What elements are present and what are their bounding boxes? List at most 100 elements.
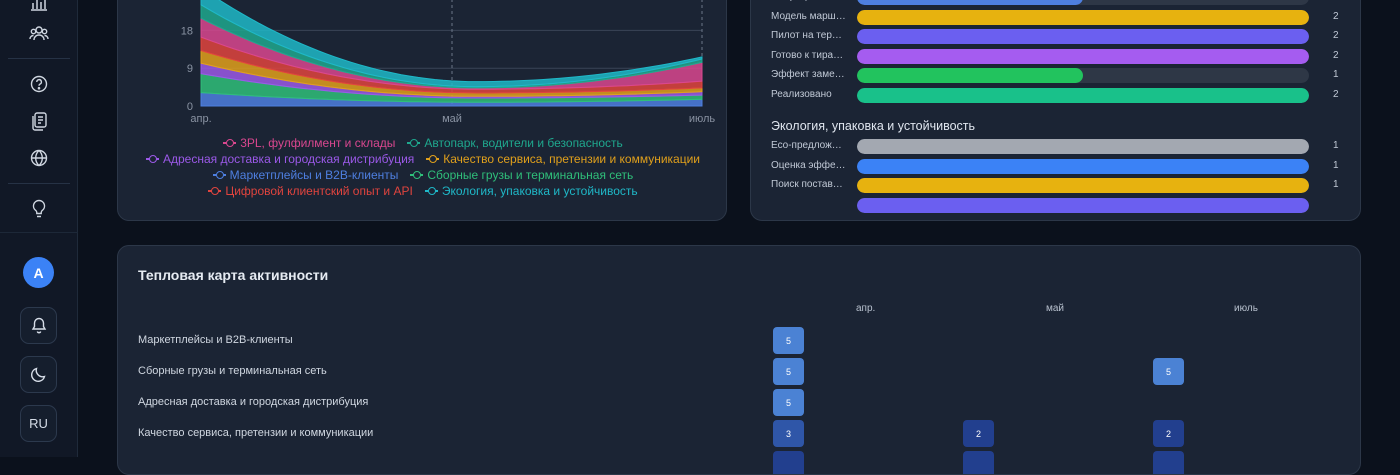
progress-label: Готово к тира… <box>771 49 844 61</box>
progress-label: Оценка эффе… <box>771 159 846 171</box>
progress-fill <box>857 9 1309 25</box>
progress-label: Eco-предлож… <box>771 140 842 151</box>
progress-track <box>857 48 1309 64</box>
x-tick-label: июль <box>689 113 716 125</box>
legend-row-4: Цифровой клиентский опыт и API Экология,… <box>118 184 726 198</box>
users-icon[interactable] <box>26 20 52 46</box>
progress-label: Пилот на тер… <box>771 30 842 41</box>
legend-item[interactable]: Экология, упаковка и устойчивость <box>424 184 638 198</box>
section-title: Экология, упаковка и устойчивость <box>771 119 976 133</box>
progress-fill <box>857 197 1309 213</box>
heatmap-card: Тепловая карта активности апр. май июль … <box>117 245 1361 475</box>
progress-row <box>771 197 1351 214</box>
progress-row: Модель маршр… 2 <box>771 9 1351 26</box>
heatmap-column-label: апр. <box>856 303 876 314</box>
legend-item[interactable]: Сборные грузы и терминальная сеть <box>410 168 633 182</box>
progress-value: 1 <box>1333 140 1339 151</box>
progress-fill <box>857 178 1309 193</box>
progress-value: 2 <box>1333 30 1339 41</box>
heatmap-title: Тепловая карта активности <box>138 267 329 283</box>
progress-row: Операционный… <box>771 0 1351 6</box>
progress-track <box>857 29 1309 44</box>
progress-track <box>857 178 1309 193</box>
progress-value: 2 <box>1333 10 1339 22</box>
progress-value: 1 <box>1333 159 1339 171</box>
progress-label: Эффект заме… <box>771 69 845 80</box>
progress-fill <box>857 139 1309 154</box>
help-icon[interactable] <box>26 71 52 97</box>
progress-bars-card: Операционный…Модель маршр…2Пилот на тер…… <box>750 0 1361 221</box>
y-tick-label: 18 <box>181 25 193 37</box>
progress-fill <box>857 87 1309 103</box>
progress-track <box>857 197 1309 213</box>
progress-track <box>857 0 1309 5</box>
progress-row: Пилот на тер… 2 <box>771 29 1351 45</box>
progress-track <box>857 68 1309 83</box>
legend-row-1: 3PL, фулфилмент и склады Автопарк, водит… <box>118 136 726 150</box>
progress-fill <box>857 29 1309 44</box>
progress-label: Поиск постав… <box>771 179 843 190</box>
legend-item[interactable]: Цифровой клиентский опыт и API <box>208 184 413 198</box>
progress-fill <box>857 158 1309 174</box>
progress-fill <box>857 48 1309 64</box>
lightbulb-icon[interactable] <box>26 196 52 222</box>
progress-track <box>857 9 1309 25</box>
heatmap-cell[interactable]: 2 <box>1153 420 1184 447</box>
heatmap-row-label: Маркетплейсы и B2B-клиенты <box>138 334 293 346</box>
heatmap-cell[interactable]: 5 <box>773 389 804 416</box>
progress-value: 1 <box>1333 179 1339 190</box>
avatar[interactable]: A <box>23 257 54 288</box>
moon-icon <box>31 367 46 382</box>
heatmap-row-label: Адресная доставка и городская дистрибуци… <box>138 396 369 408</box>
y-tick-label: 9 <box>187 63 193 75</box>
legend-row-2: Адресная доставка и городская дистрибуци… <box>118 152 726 166</box>
progress-value: 2 <box>1333 88 1339 100</box>
sidebar: A RU <box>0 0 78 457</box>
progress-row: Поиск постав… 1 <box>771 178 1351 194</box>
progress-value: 2 <box>1333 49 1339 61</box>
heatmap-cell[interactable]: 5 <box>1153 358 1184 385</box>
heatmap-cell[interactable]: 5 <box>773 358 804 385</box>
heatmap-cell[interactable]: 5 <box>773 327 804 354</box>
clipboard-icon[interactable] <box>26 108 52 134</box>
legend-item[interactable]: 3PL, фулфилмент и склады <box>223 136 395 150</box>
x-tick-label: апр. <box>190 113 211 125</box>
legend-item[interactable]: Маркетплейсы и B2B-клиенты <box>212 168 398 182</box>
heatmap-cell[interactable] <box>1153 451 1184 474</box>
progress-row: Эффект заме… 1 <box>771 68 1351 84</box>
progress-label: Реализовано <box>771 88 832 100</box>
heatmap-cell[interactable] <box>963 451 994 474</box>
legend-item[interactable]: Автопарк, водители и безопасность <box>407 136 623 150</box>
progress-row: Eco-предлож… 1 <box>771 139 1351 155</box>
progress-label: Операционный… <box>771 0 849 2</box>
legend-row-3: Маркетплейсы и B2B-клиенты Сборные грузы… <box>118 168 726 182</box>
theme-toggle-button[interactable] <box>20 356 57 393</box>
progress-row: Готово к тира… 2 <box>771 48 1351 65</box>
area-chart-card: 0 9 18 апр. май июль 3PL, фулфилмент и склады… <box>117 0 727 221</box>
progress-label: Модель маршр… <box>771 10 849 22</box>
heatmap-column-label: июль <box>1234 303 1258 314</box>
heatmap-row-label: Качество сервиса, претензии и коммуникац… <box>138 427 374 439</box>
language-button[interactable]: RU <box>20 405 57 442</box>
y-tick-label: 0 <box>187 101 193 113</box>
notifications-button[interactable] <box>20 307 57 344</box>
globe-icon[interactable] <box>26 145 52 171</box>
progress-fill <box>857 0 1083 5</box>
progress-track <box>857 139 1309 154</box>
progress-track <box>857 87 1309 103</box>
legend-item[interactable]: Адресная доставка и городская дистрибуци… <box>145 152 414 166</box>
progress-value: 1 <box>1333 69 1339 80</box>
bell-icon <box>31 317 46 334</box>
heatmap-column-label: май <box>1046 303 1065 314</box>
legend-item[interactable]: Качество сервиса, претензии и коммуникац… <box>426 152 700 166</box>
stacked-area-chart: 0 9 18 апр. май июль <box>181 0 716 125</box>
heatmap-cell[interactable]: 3 <box>773 420 804 447</box>
progress-row: Реализовано 2 <box>771 87 1351 104</box>
heatmap-cell[interactable]: 2 <box>963 420 994 447</box>
x-tick-label: май <box>442 113 462 125</box>
progress-fill <box>857 68 1083 83</box>
heatmap-cell[interactable] <box>773 451 804 474</box>
chart-bars-icon[interactable] <box>26 0 52 16</box>
progress-track <box>857 158 1309 174</box>
heatmap-row-label: Сборные грузы и терминальная сеть <box>138 365 327 377</box>
